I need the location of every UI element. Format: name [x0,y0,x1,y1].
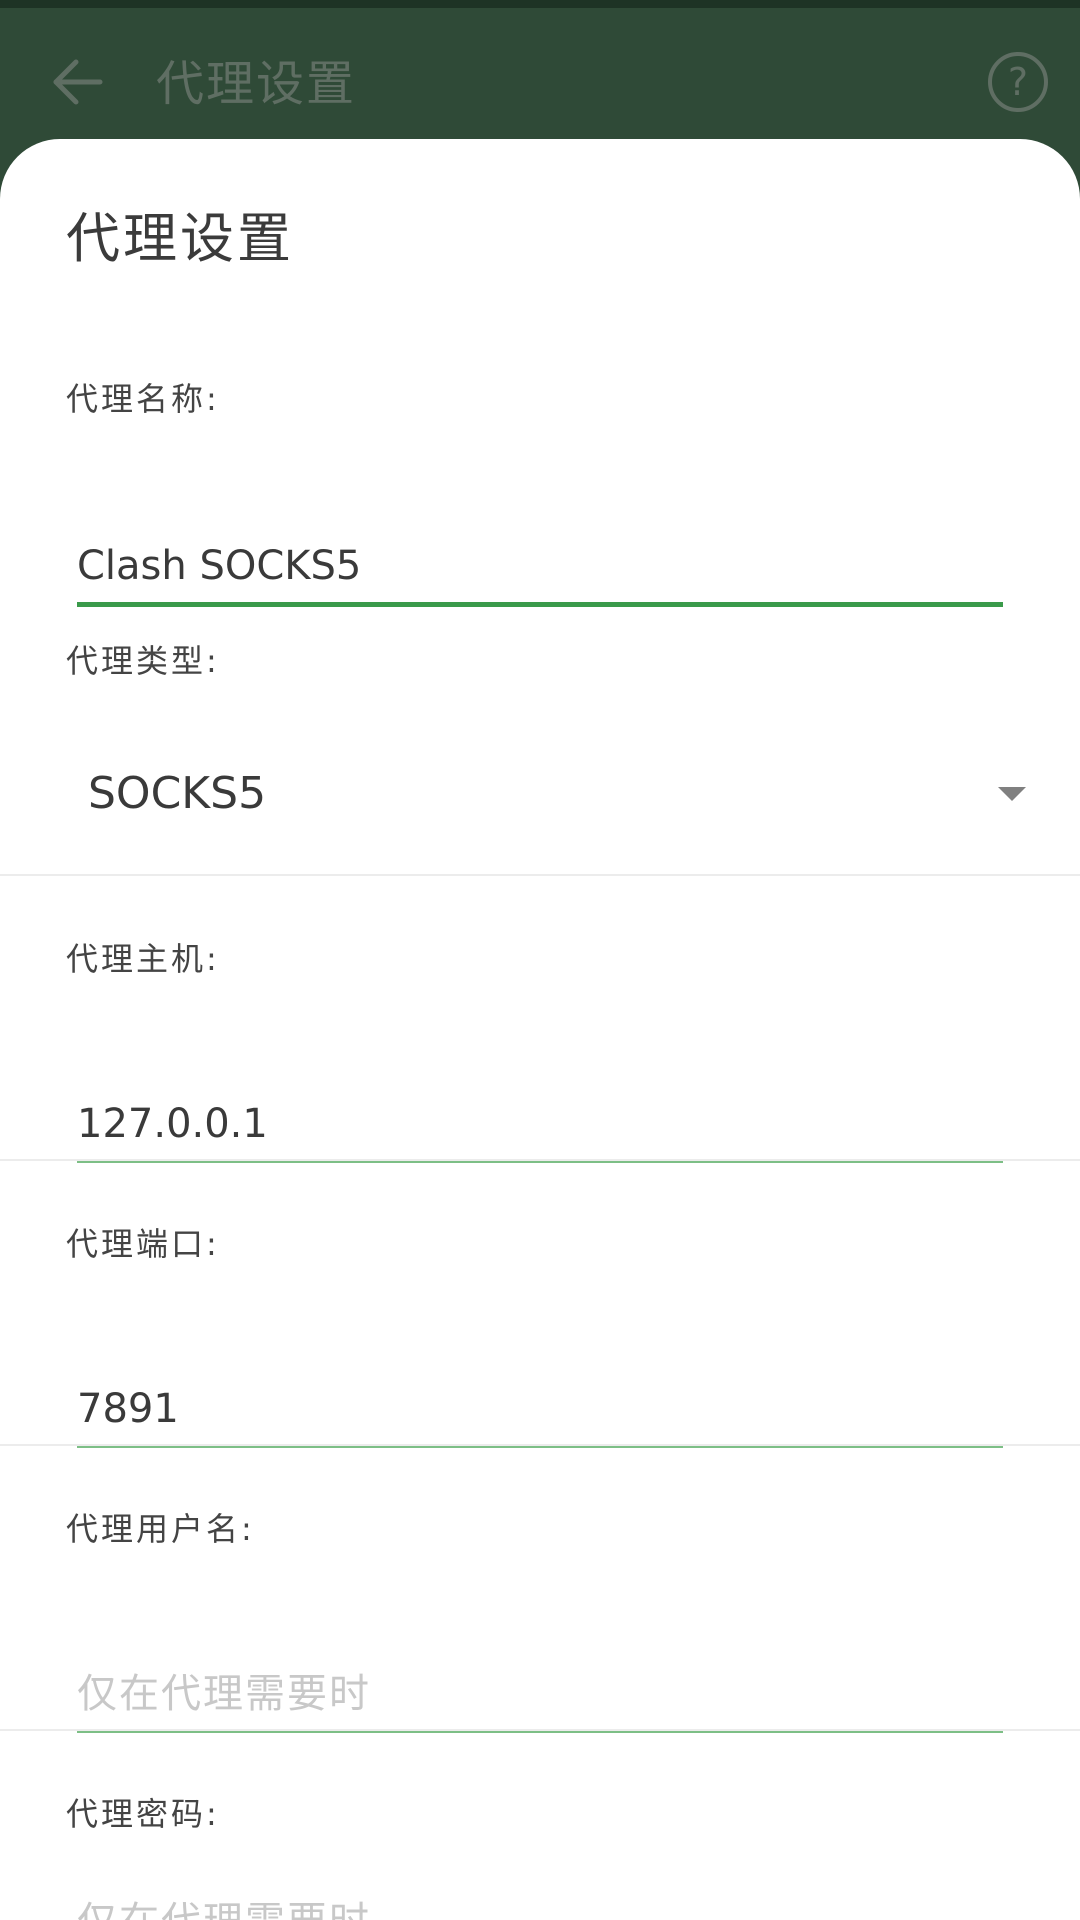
proxy-host-label: 代理主机: [66,940,220,978]
proxy-type-select[interactable]: SOCKS5 [0,745,1080,845]
proxy-type-label: 代理类型: [66,642,220,680]
proxy-port-field[interactable]: 7891 [77,1378,1003,1448]
app-bar-title: 代理设置 [156,56,357,112]
proxy-name-value: Clash SOCKS5 [77,543,362,589]
divider [0,1159,1080,1161]
proxy-host-field[interactable]: 127.0.0.1 [77,1093,1003,1163]
proxy-name-label: 代理名称: [66,380,220,418]
status-bar [0,0,1080,8]
divider [0,1444,1080,1446]
screen: 代理设置 ? 代理设置 代理名称: Clash SOCKS5 代理类型: SOC… [0,0,1080,1920]
proxy-port-label: 代理端口: [66,1225,220,1263]
proxy-username-field[interactable]: 仅在代理需要时 [77,1663,1003,1733]
divider [0,874,1080,876]
proxy-port-value: 7891 [77,1386,179,1432]
arrow-back-icon[interactable] [48,52,108,112]
divider [0,1729,1080,1731]
proxy-password-placeholder: 仅在代理需要时 [77,1896,371,1920]
proxy-type-value: SOCKS5 [88,768,267,819]
dialog-title: 代理设置 [66,207,294,270]
help-circle-icon[interactable]: ? [988,52,1048,112]
proxy-username-placeholder: 仅在代理需要时 [77,1671,371,1717]
proxy-password-field[interactable]: 仅在代理需要时 [77,1891,1003,1920]
proxy-password-label: 代理密码: [66,1795,220,1833]
proxy-settings-dialog: 代理设置 代理名称: Clash SOCKS5 代理类型: SOCKS5 代理主… [0,139,1080,1920]
proxy-name-field[interactable]: Clash SOCKS5 [77,537,1003,607]
proxy-host-value: 127.0.0.1 [77,1101,268,1147]
proxy-username-label: 代理用户名: [66,1510,255,1548]
dropdown-arrow-icon [998,787,1026,801]
